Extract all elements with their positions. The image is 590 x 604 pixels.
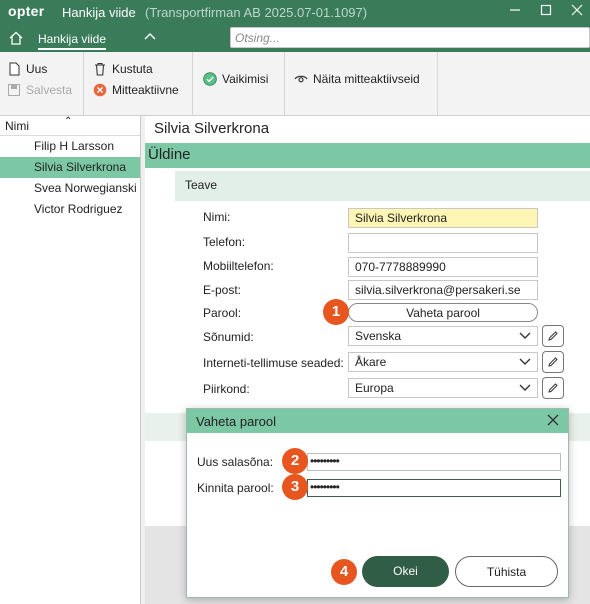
messages-select[interactable]: Svenska xyxy=(348,326,538,346)
default-button-label: Vaikimisi xyxy=(222,72,269,86)
save-button-label: Salvesta xyxy=(26,83,73,97)
list-header[interactable]: Nimi ⌃ xyxy=(0,116,140,136)
inactive-icon xyxy=(93,83,107,97)
order-settings-value: Åkare xyxy=(355,355,387,369)
cancel-button[interactable]: Tühista xyxy=(455,556,558,587)
tab-supplier-reference[interactable]: Hankija viide xyxy=(38,32,107,50)
default-button[interactable]: Vaikimisi xyxy=(203,72,268,86)
home-icon[interactable] xyxy=(8,30,24,46)
close-window-icon[interactable] xyxy=(567,2,587,22)
inactive-button[interactable]: Mitteaktiivne xyxy=(93,83,179,97)
step-badge-4: 4 xyxy=(331,559,357,585)
chevron-down-icon xyxy=(519,358,531,365)
checkmark-icon xyxy=(203,72,217,86)
dialog-header: Vaheta parool xyxy=(187,409,568,433)
new-button[interactable]: Uus xyxy=(7,62,47,76)
minimize-icon[interactable] xyxy=(505,2,525,22)
step-badge-1: 1 xyxy=(323,299,349,325)
inactive-button-label: Mitteaktiivne xyxy=(112,83,179,97)
order-settings-select[interactable]: Åkare xyxy=(348,352,538,372)
phone-field[interactable] xyxy=(348,233,538,253)
dialog-title: Vaheta parool xyxy=(196,414,276,429)
new-password-label: Uus salasõna: xyxy=(197,455,274,469)
region-label: Piirkond: xyxy=(203,382,250,396)
edit-messages-button[interactable] xyxy=(542,325,564,347)
maximize-icon[interactable] xyxy=(536,2,556,22)
email-label: E-post: xyxy=(203,283,242,297)
mobile-label: Mobiiltelefon: xyxy=(203,259,274,273)
section-header[interactable]: Üldine xyxy=(145,143,590,168)
region-select[interactable]: Europa xyxy=(348,378,538,398)
chevron-down-icon xyxy=(519,384,531,391)
app-logo: opter xyxy=(8,3,45,19)
messages-value: Svenska xyxy=(355,329,402,343)
delete-button[interactable]: Kustuta xyxy=(93,62,153,76)
chevron-up-icon[interactable] xyxy=(143,30,157,44)
pencil-icon xyxy=(548,383,558,393)
new-button-label: Uus xyxy=(26,62,48,76)
window-title: Hankija viide xyxy=(62,5,136,20)
step-badge-3: 3 xyxy=(282,474,308,500)
password-label: Parool: xyxy=(203,306,242,320)
delete-button-label: Kustuta xyxy=(112,62,153,76)
step-badge-2: 2 xyxy=(282,448,308,474)
list-header-label: Nimi xyxy=(5,119,29,133)
sort-ascending-icon: ⌃ xyxy=(64,116,73,127)
pencil-icon xyxy=(548,331,558,341)
name-label: Nimi: xyxy=(203,210,231,224)
subsection-header[interactable]: Teave xyxy=(175,171,590,201)
edit-region-button[interactable] xyxy=(542,377,564,399)
section-title: Üldine xyxy=(148,146,191,163)
supplier-list: Nimi ⌃ Filip H Larsson Silvia Silverkron… xyxy=(0,116,141,604)
name-field[interactable]: Silvia Silverkrona xyxy=(348,208,538,228)
new-password-field[interactable]: ••••••••• xyxy=(307,453,561,471)
confirm-password-field[interactable]: ••••••••• xyxy=(307,479,561,497)
show-inactive-button-label: Näita mitteaktiivseid xyxy=(313,72,420,86)
list-item[interactable]: Victor Rodriguez xyxy=(0,199,140,220)
eye-icon xyxy=(294,75,308,83)
toolbar: Uus Salvesta Kustuta Mitteaktiivne Vaiki… xyxy=(0,52,590,116)
list-item[interactable]: Filip H Larsson xyxy=(0,136,140,157)
show-inactive-button[interactable]: Näita mitteaktiivseid xyxy=(294,72,420,86)
ok-button[interactable]: Okei xyxy=(362,556,449,587)
search-input[interactable]: Otsing... xyxy=(230,27,590,48)
edit-order-settings-button[interactable] xyxy=(542,351,564,373)
list-item[interactable]: Svea Norwegianski xyxy=(0,178,140,199)
phone-label: Telefon: xyxy=(203,235,246,249)
region-value: Europa xyxy=(355,381,394,395)
email-field[interactable]: silvia.silverkrona@persakeri.se xyxy=(348,280,538,300)
save-button[interactable]: Salvesta xyxy=(7,83,72,97)
page-title: Silvia Silverkrona xyxy=(154,120,270,137)
change-password-button[interactable]: Vaheta parool xyxy=(348,303,538,322)
chevron-down-icon xyxy=(519,332,531,339)
messages-label: Sõnumid: xyxy=(203,330,254,344)
window-subtitle: (Transportfirman AB 2025.07-01.1097) xyxy=(145,5,368,20)
subsection-title: Teave xyxy=(185,178,218,192)
title-bar: opter Hankija viide (Transportfirman AB … xyxy=(0,0,590,24)
change-password-dialog: Vaheta parool Uus salasõna: ••••••••• Ki… xyxy=(186,408,569,598)
pencil-icon xyxy=(548,357,558,367)
new-document-icon xyxy=(9,62,20,76)
confirm-password-label: Kinnita parool: xyxy=(197,481,274,495)
close-icon[interactable] xyxy=(546,413,560,427)
trash-icon xyxy=(95,62,105,76)
list-item-selected[interactable]: Silvia Silverkrona xyxy=(0,157,140,178)
order-settings-label: Interneti-tellimuse seaded: xyxy=(203,356,344,370)
save-icon xyxy=(8,84,20,96)
mobile-field[interactable]: 070-7778889990 xyxy=(348,257,538,277)
